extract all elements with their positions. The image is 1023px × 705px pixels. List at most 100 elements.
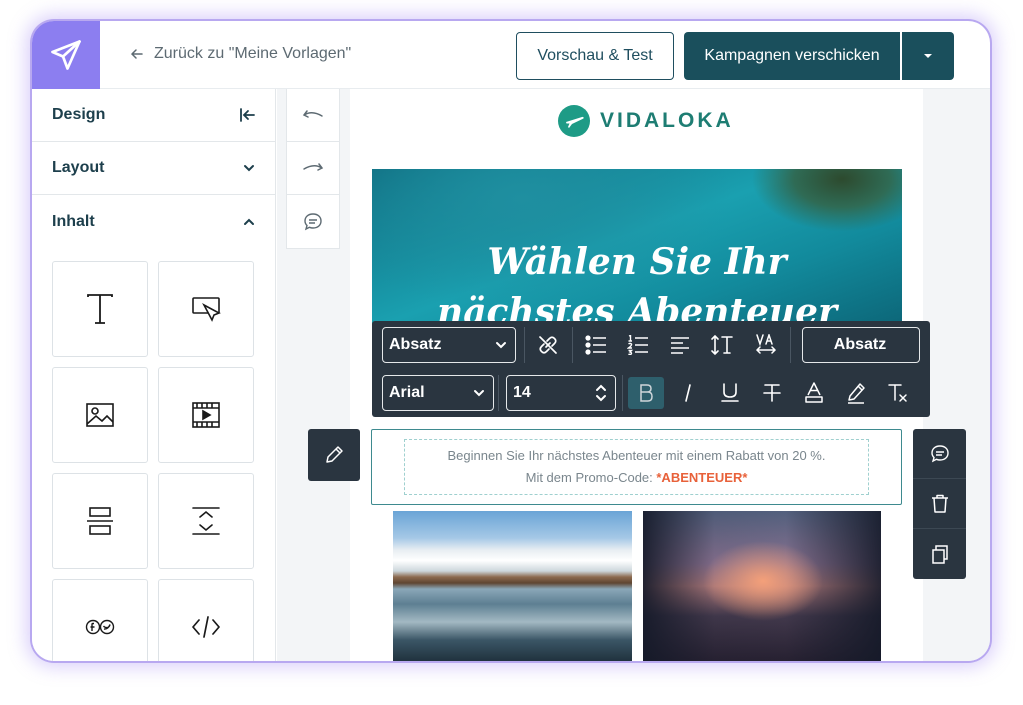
block-image[interactable]	[52, 367, 148, 463]
section-content-label: Inhalt	[52, 212, 95, 230]
comment-icon	[304, 212, 322, 230]
hero-title-line-1: Wählen Sie Ihr	[487, 241, 787, 283]
spacer-icon	[192, 507, 220, 535]
collapse-left-icon[interactable]	[239, 108, 255, 122]
video-icon	[192, 402, 220, 428]
numbered-list-button[interactable]	[622, 329, 654, 361]
underline-icon	[721, 383, 739, 402]
separator	[790, 327, 791, 363]
clear-format-button[interactable]	[882, 377, 914, 409]
preview-test-button[interactable]: Vorschau & Test	[516, 32, 674, 80]
font-size-value: 14	[513, 384, 531, 401]
separator	[498, 375, 499, 411]
font-family-select[interactable]: Arial	[382, 375, 494, 411]
block-text[interactable]	[52, 261, 148, 357]
chevron-down-icon	[474, 390, 484, 397]
text-color-button[interactable]	[798, 377, 830, 409]
promo-code: *ABENTEUER*	[656, 470, 748, 485]
separator	[622, 375, 623, 411]
image-icon	[86, 403, 114, 427]
italic-icon	[685, 384, 691, 402]
duplicate-icon	[931, 545, 948, 564]
paper-plane-icon	[51, 40, 81, 70]
font-size-stepper[interactable]: 14	[506, 375, 616, 411]
section-layout-label: Layout	[52, 159, 105, 176]
separator	[572, 327, 573, 363]
redo-icon	[303, 163, 324, 171]
highlight-button[interactable]	[840, 377, 872, 409]
arrow-left-icon	[130, 49, 143, 59]
city-river-photo[interactable]	[643, 511, 881, 661]
highlighter-icon	[848, 383, 865, 404]
delete-block-button[interactable]	[913, 479, 966, 529]
app-logo[interactable]	[32, 21, 100, 89]
paragraph-style-label: Absatz	[833, 336, 887, 353]
caret-down-icon	[924, 54, 932, 58]
paragraph-style-button[interactable]: Absatz	[802, 327, 920, 363]
selected-text-block[interactable]: Beginnen Sie Ihr nächstes Abenteuer mit …	[371, 429, 902, 505]
divider-icon	[87, 507, 113, 535]
block-style-value: Absatz	[389, 336, 442, 353]
text-format-toolbar: Absatz Absatz Arial 14	[372, 321, 930, 417]
separator	[524, 327, 525, 363]
bullet-list-icon	[585, 335, 606, 355]
block-social[interactable]	[52, 579, 148, 661]
promo-prefix: Mit dem Promo-Code:	[525, 470, 657, 485]
trash-icon	[931, 494, 948, 513]
block-button[interactable]	[158, 261, 254, 357]
chevron-down-icon	[496, 342, 506, 349]
strikethrough-button[interactable]	[756, 377, 788, 409]
airplane-logo-icon	[558, 105, 590, 137]
hero-image[interactable]: Wählen Sie Ihr nächstes Abenteuer	[372, 169, 902, 329]
align-left-icon	[671, 337, 689, 354]
edit-block-button[interactable]	[308, 429, 360, 481]
glacier-lake-photo[interactable]	[393, 511, 632, 661]
numbered-list-icon	[627, 335, 648, 355]
up-down-arrows-icon	[596, 384, 606, 402]
section-content[interactable]: Inhalt	[32, 195, 275, 248]
pencil-icon	[326, 446, 343, 463]
send-options-dropdown[interactable]	[902, 32, 954, 80]
comment-icon	[930, 444, 949, 462]
block-divider[interactable]	[52, 473, 148, 569]
font-family-value: Arial	[389, 384, 425, 401]
back-to-templates-link[interactable]: Zurück zu "Meine Vorlagen"	[130, 45, 351, 63]
align-button[interactable]	[664, 329, 696, 361]
send-campaign-button[interactable]: Kampagnen verschicken	[684, 32, 900, 80]
text-block-content[interactable]: Beginnen Sie Ihr nächstes Abenteuer mit …	[404, 439, 869, 495]
section-design-label: Design	[52, 106, 106, 123]
top-bar: Zurück zu "Meine Vorlagen" Vorschau & Te…	[100, 21, 990, 89]
text-color-icon	[805, 382, 823, 403]
block-actions-toolbar	[913, 429, 966, 579]
sidebar: Design Layout Inhalt	[32, 89, 276, 661]
chevron-up-icon	[244, 218, 254, 225]
block-style-select[interactable]: Absatz	[382, 327, 516, 363]
block-video[interactable]	[158, 367, 254, 463]
body-line-2: Mit dem Promo-Code: *ABENTEUER*	[405, 467, 868, 489]
history-toolbar	[286, 89, 340, 249]
section-design[interactable]: Design	[32, 89, 275, 142]
redo-button[interactable]	[287, 142, 339, 195]
brand-name: VIDALOKA	[600, 109, 734, 132]
section-layout[interactable]: Layout	[32, 142, 275, 195]
button-icon	[192, 297, 221, 322]
block-spacer[interactable]	[158, 473, 254, 569]
italic-button[interactable]	[672, 377, 704, 409]
unlink-icon	[539, 336, 557, 354]
duplicate-block-button[interactable]	[913, 529, 966, 579]
unlink-button[interactable]	[532, 329, 564, 361]
bold-button[interactable]	[628, 377, 664, 409]
letter-spacing-button[interactable]	[750, 329, 782, 361]
undo-button[interactable]	[287, 89, 339, 142]
letter-spacing-icon	[755, 334, 777, 354]
hero-title: Wählen Sie Ihr nächstes Abenteuer	[372, 237, 902, 329]
block-html[interactable]	[158, 579, 254, 661]
comments-button[interactable]	[287, 195, 339, 248]
chevron-down-icon	[244, 165, 254, 172]
bullet-list-button[interactable]	[580, 329, 612, 361]
line-height-button[interactable]	[706, 329, 738, 361]
body-line-1: Beginnen Sie Ihr nächstes Abenteuer mit …	[447, 448, 826, 463]
underline-button[interactable]	[714, 377, 746, 409]
comment-block-button[interactable]	[913, 429, 966, 479]
line-height-icon	[711, 334, 733, 356]
